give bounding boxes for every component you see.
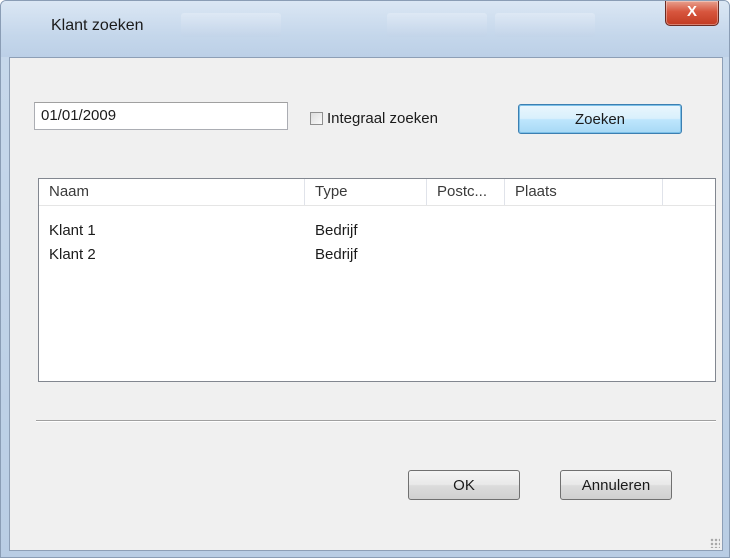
background-ghost: [387, 13, 487, 37]
footer-separator: [36, 420, 716, 422]
results-listview[interactable]: Naam Type Postc... Plaats Klant 1 Bedrij…: [38, 178, 716, 382]
cell-naam: Klant 1: [49, 222, 96, 239]
date-input[interactable]: 01/01/2009: [34, 102, 288, 130]
integraal-zoeken-label[interactable]: Integraal zoeken: [327, 110, 438, 127]
column-header-plaats[interactable]: Plaats: [505, 179, 663, 205]
dialog-client-area: 01/01/2009 Integraal zoeken Zoeken Naam …: [9, 57, 723, 551]
zoeken-button[interactable]: Zoeken: [518, 104, 682, 134]
column-header-naam[interactable]: Naam: [39, 179, 305, 205]
ok-button[interactable]: OK: [408, 470, 520, 500]
annuleren-button[interactable]: Annuleren: [560, 470, 672, 500]
dialog-window: Klant zoeken X 01/01/2009 Integraal zoek…: [0, 0, 730, 558]
resize-grip-icon[interactable]: [710, 538, 720, 548]
window-title: Klant zoeken: [51, 17, 144, 34]
listview-header: Naam Type Postc... Plaats: [39, 179, 715, 206]
background-ghost: [181, 13, 281, 37]
column-header-filler: [663, 179, 715, 205]
close-icon: X: [686, 3, 697, 20]
cell-naam: Klant 2: [49, 246, 96, 263]
background-ghost: [495, 13, 595, 37]
title-bar[interactable]: Klant zoeken X: [1, 1, 729, 57]
table-row[interactable]: Klant 1 Bedrijf: [39, 219, 715, 243]
column-header-type[interactable]: Type: [305, 179, 427, 205]
cell-type: Bedrijf: [315, 222, 358, 239]
cell-type: Bedrijf: [315, 246, 358, 263]
close-button[interactable]: X: [665, 1, 719, 26]
column-header-postcode[interactable]: Postc...: [427, 179, 505, 205]
table-row[interactable]: Klant 2 Bedrijf: [39, 243, 715, 267]
integraal-zoeken-checkbox[interactable]: [310, 112, 323, 125]
